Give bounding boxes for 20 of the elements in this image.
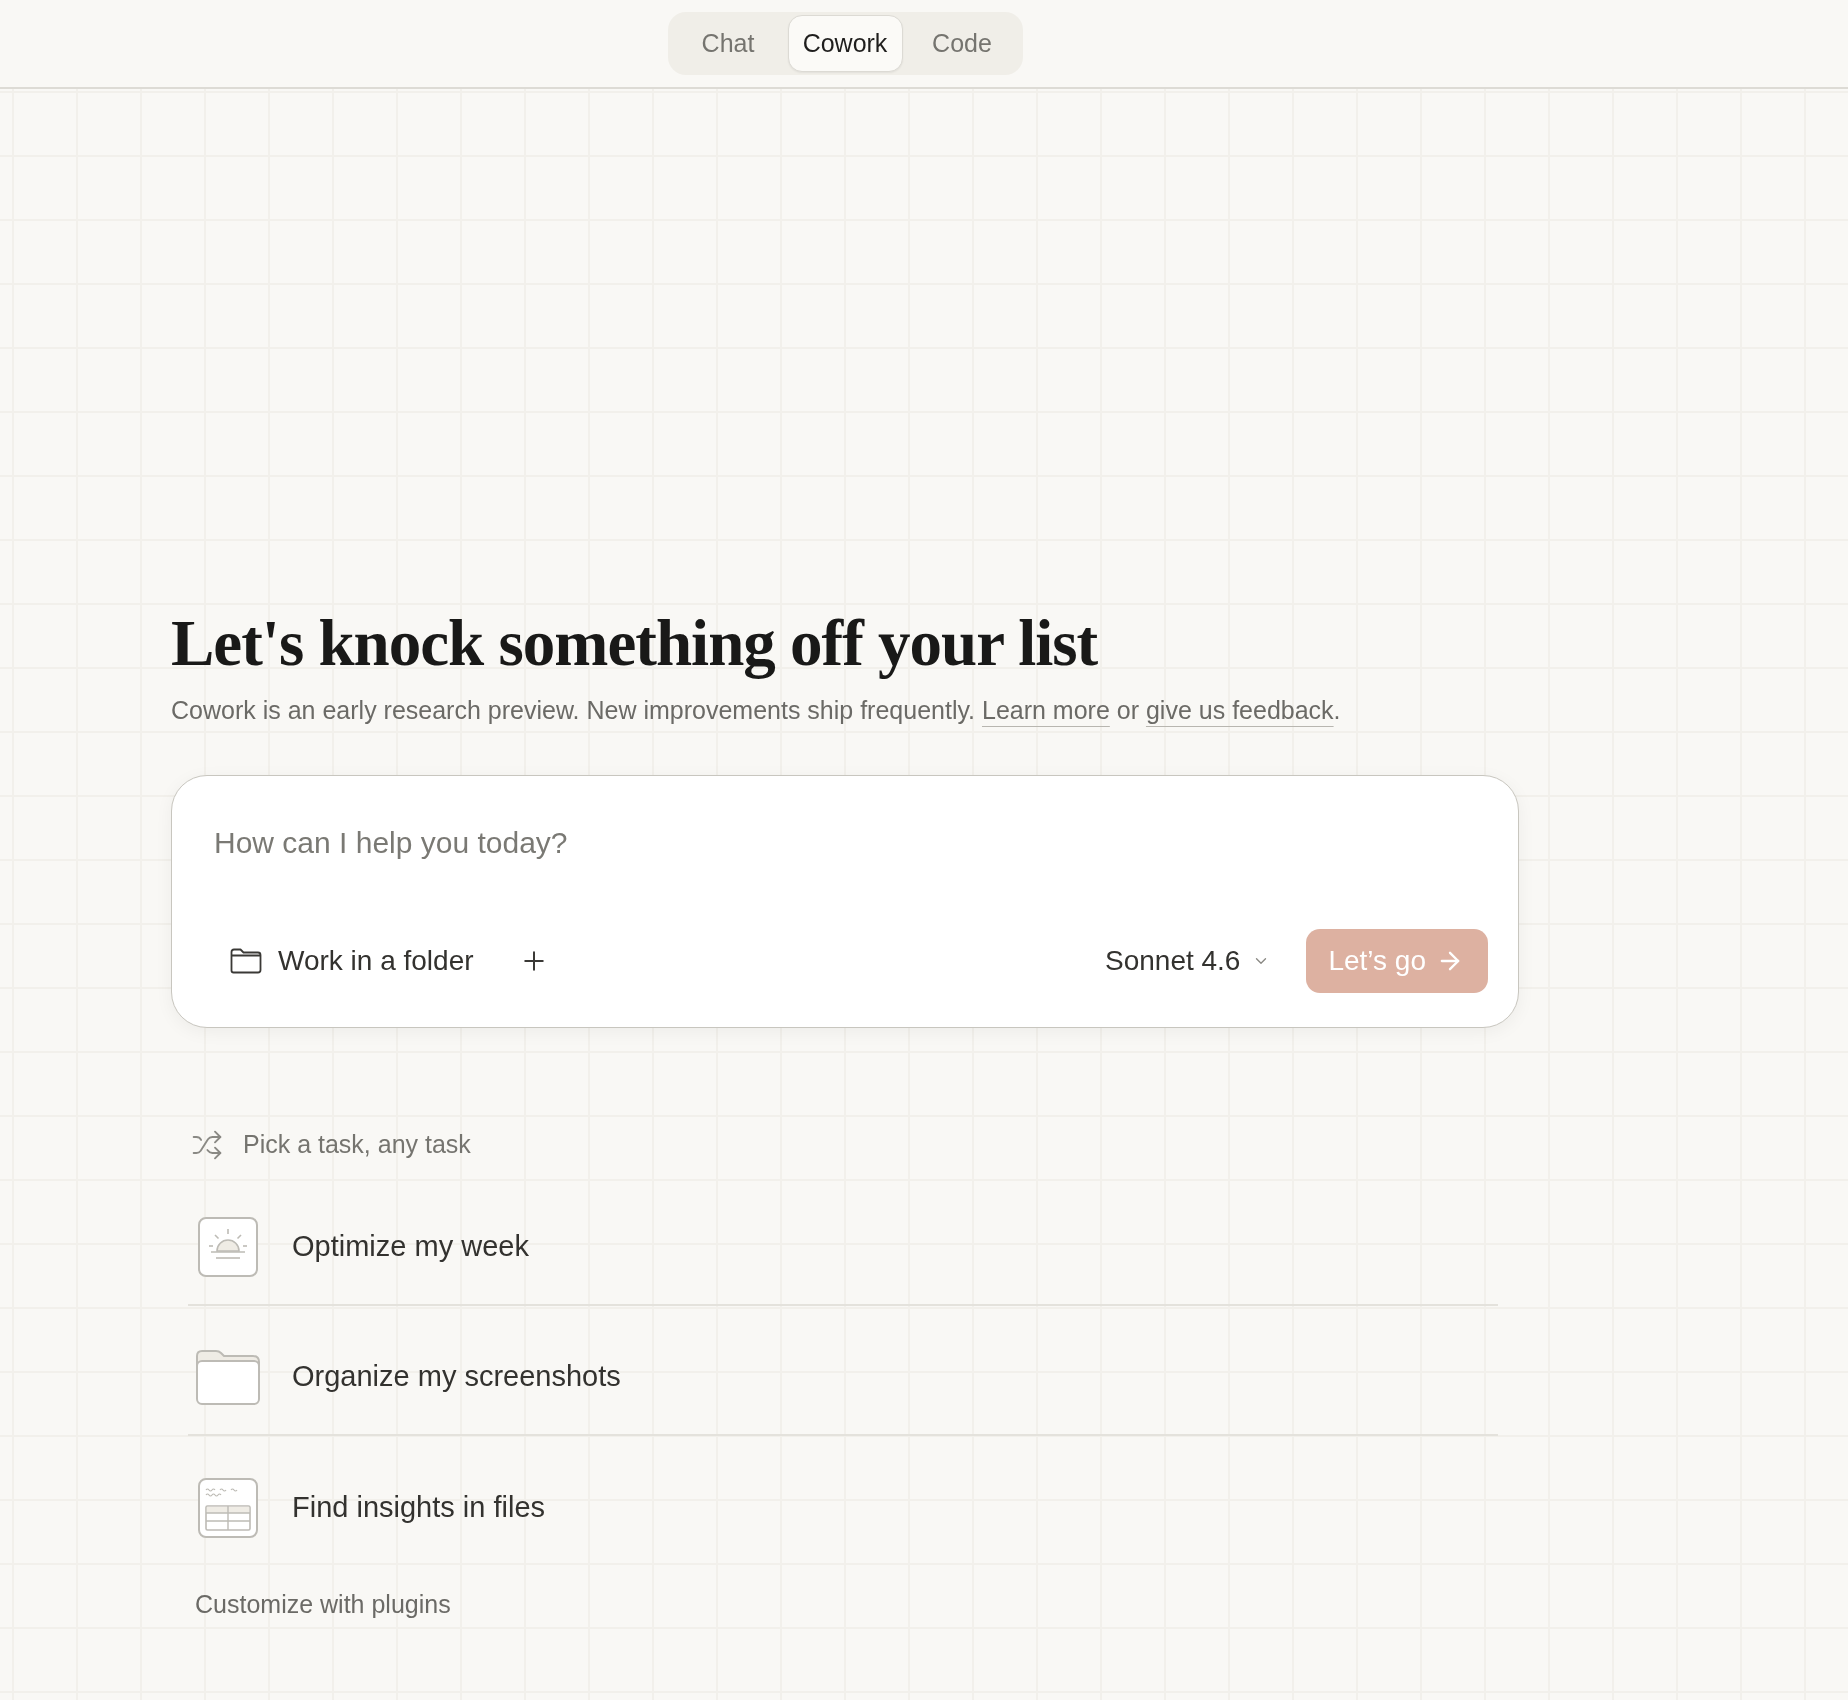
- shuffle-icon: [191, 1129, 223, 1161]
- page-title: Let's knock something off your list: [171, 606, 1099, 681]
- shuffle-button[interactable]: Pick a task, any task: [188, 1127, 471, 1163]
- task-item[interactable]: Find insights in files: [188, 1436, 1498, 1566]
- folder-icon: [230, 948, 262, 974]
- model-selector[interactable]: Sonnet 4.6: [1093, 933, 1283, 989]
- mode-tab[interactable]: Chat: [670, 15, 786, 72]
- mode-tab[interactable]: Cowork: [787, 15, 903, 72]
- sunrise-tile-icon: [198, 1217, 258, 1277]
- task-item[interactable]: Organize my screenshots: [188, 1306, 1498, 1436]
- inline-link[interactable]: give us feedback: [1145, 696, 1334, 724]
- prompt-input[interactable]: How can I help you today?: [214, 822, 1476, 862]
- folder-button[interactable]: Work in a folder: [214, 933, 490, 989]
- plugins-link[interactable]: Customize with plugins: [195, 1586, 451, 1622]
- inline-link[interactable]: Learn more: [982, 696, 1110, 724]
- task-item[interactable]: Optimize my week: [188, 1176, 1498, 1306]
- mode-tab[interactable]: Code: [904, 15, 1020, 72]
- intro-text: Cowork is an early research preview. New improvements ship frequently. Learn more or give us feedback.: [171, 695, 1342, 726]
- folder-tile-icon: [196, 1349, 260, 1405]
- table-tile-icon: [198, 1478, 258, 1538]
